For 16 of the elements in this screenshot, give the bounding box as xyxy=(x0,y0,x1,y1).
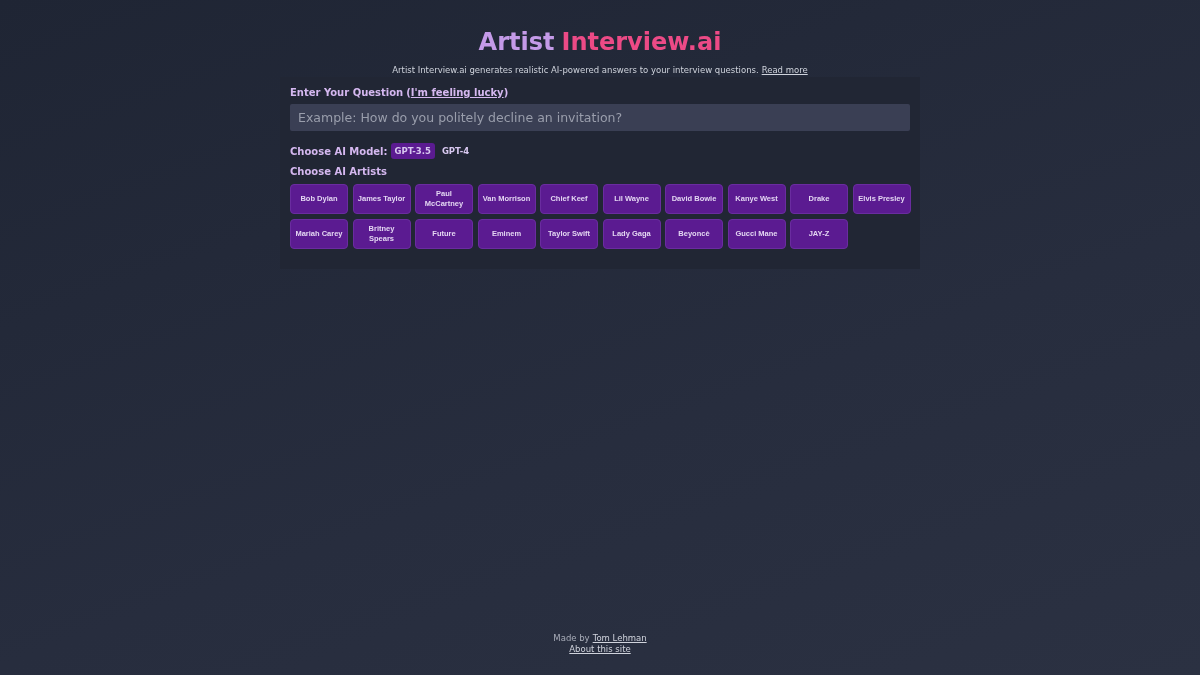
site-description: Artist Interview.ai generates realistic AI-powered answers to your interview questions. xyxy=(392,65,759,75)
feeling-lucky-link[interactable]: I'm feeling lucky xyxy=(410,87,504,98)
read-more-link[interactable]: Read more xyxy=(761,65,808,75)
model-option[interactable]: GPT-3.5 xyxy=(390,143,435,159)
parenthesis: ( xyxy=(406,87,411,98)
model-option[interactable]: GPT-4 xyxy=(437,143,474,159)
model-label: Choose AI Model: xyxy=(290,145,388,157)
question-field[interactable]: Example: How do you politely decline an invitation? xyxy=(290,104,910,131)
author-link[interactable]: Tom Lehman xyxy=(592,633,647,643)
site-title: Artist xyxy=(478,28,555,56)
made-by-text: Made by xyxy=(553,633,590,643)
question-label: Enter Your Question xyxy=(290,87,404,98)
about-link[interactable]: About this site xyxy=(569,644,631,654)
parenthesis: ) xyxy=(503,87,509,98)
site-title: Interview.ai xyxy=(561,28,722,56)
artists-label: Choose AI Artists xyxy=(290,166,387,177)
